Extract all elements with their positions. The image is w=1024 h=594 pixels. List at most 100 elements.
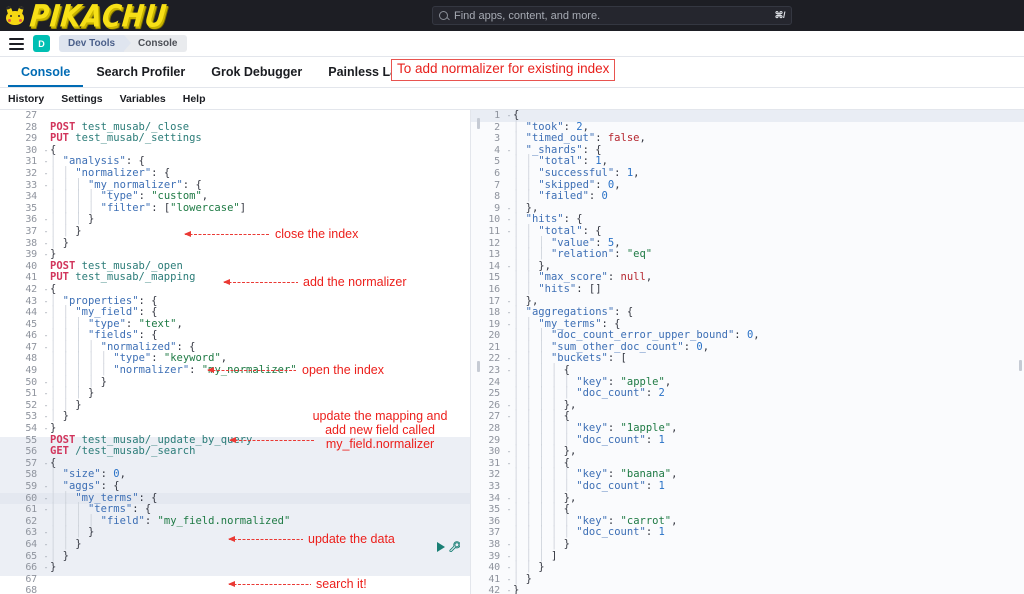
run-request-play-icon[interactable] [437,541,445,552]
fold-toggle-icon[interactable]: - [42,330,50,342]
fold-toggle-icon[interactable]: - [505,446,513,458]
submenu-item-help[interactable]: Help [183,93,206,105]
tab-console[interactable]: Console [8,57,83,87]
line-number: 3 [494,133,500,145]
line-number: 54 [25,423,37,435]
code-line[interactable]: 38- │ } [0,237,470,250]
code-line[interactable]: 13 │ │ │ "relation": "eq" [471,248,1024,261]
line-number: 11 [488,225,500,237]
breadcrumb-item-dev-tools[interactable]: Dev Tools [59,35,132,52]
line-number: 8 [494,191,500,203]
fold-toggle-icon[interactable]: - [505,353,513,365]
fold-toggle-icon[interactable]: - [42,481,50,493]
request-code-surface[interactable]: 27 28 POST test_musab/_close 29 PUT test_mus… [0,110,470,594]
fold-toggle-icon[interactable]: - [505,458,513,470]
submenu-item-history[interactable]: History [8,93,44,105]
fold-toggle-icon[interactable]: - [505,585,513,594]
code-line[interactable]: 64- │ │ } [0,538,470,551]
code-line[interactable]: 40- │ │ } [471,561,1024,574]
fold-toggle-icon[interactable]: - [42,296,50,308]
code-line[interactable]: 59- │ "aggs": { [0,480,470,493]
fold-toggle-icon[interactable]: - [505,319,513,331]
fold-toggle-icon[interactable]: - [505,504,513,516]
fold-toggle-icon[interactable]: - [505,214,513,226]
code-line[interactable]: 8 │ │ "failed": 0 [471,190,1024,203]
fold-toggle-icon[interactable]: - [505,493,513,505]
fold-toggle-icon[interactable]: - [42,249,50,261]
pane-resize-handle-top[interactable] [477,118,480,129]
code-line[interactable]: 44- │ │ "my_field": { [0,306,470,319]
fold-toggle-icon[interactable]: - [42,168,50,180]
fold-toggle-icon[interactable]: - [505,261,513,273]
line-number: 31 [25,156,37,168]
brand-area[interactable]: PIKACHU [0,0,169,34]
response-code-surface[interactable]: 1-{2 │ "took": 2, 3 │ "timed_out": false, 4-… [471,110,1024,594]
fold-toggle-icon[interactable]: - [42,156,50,168]
fold-toggle-icon[interactable]: - [505,574,513,586]
code-text: │ │ │ ] [513,549,558,562]
code-line[interactable]: 29 PUT test_musab/_settings [0,132,470,145]
fold-toggle-icon[interactable]: - [42,527,50,539]
fold-toggle-icon[interactable]: - [42,238,50,250]
fold-toggle-icon[interactable]: - [505,539,513,551]
fold-toggle-icon[interactable]: - [42,226,50,238]
code-line[interactable]: 41- │ } [471,573,1024,586]
code-line[interactable]: 68 [0,585,470,594]
fold-toggle-icon[interactable]: - [42,539,50,551]
fold-toggle-icon[interactable]: - [505,203,513,215]
search-icon [439,11,448,20]
pane-resize-handle-bottom[interactable] [477,361,480,372]
code-line[interactable]: 65- │ } [0,550,470,563]
submenu-item-variables[interactable]: Variables [120,93,166,105]
fold-toggle-icon[interactable]: - [42,551,50,563]
code-line[interactable]: 42-} [471,585,1024,594]
code-line[interactable]: 39- │ │ │ ] [471,549,1024,563]
fold-toggle-icon[interactable]: - [42,493,50,505]
response-viewer-pane[interactable]: 1-{2 │ "took": 2, 3 │ "timed_out": false, 4-… [470,110,1024,594]
fold-toggle-icon[interactable]: - [42,145,50,157]
fold-toggle-icon[interactable]: - [505,551,513,563]
fold-toggle-icon[interactable]: - [505,307,513,319]
fold-toggle-icon[interactable]: - [505,562,513,574]
fold-toggle-icon[interactable]: - [42,562,50,574]
code-line[interactable]: 16 │ │ "hits": [] [471,283,1024,296]
fold-toggle-icon[interactable]: - [505,226,513,238]
fold-toggle-icon[interactable]: - [42,388,50,400]
tab-search-profiler[interactable]: Search Profiler [83,57,198,87]
fold-toggle-icon[interactable]: - [505,400,513,412]
submenu-item-settings[interactable]: Settings [61,93,102,105]
pikachu-face-icon [4,4,26,27]
fold-toggle-icon[interactable]: - [42,411,50,423]
fold-toggle-icon[interactable]: - [505,145,513,157]
line-number: 39 [488,550,500,562]
fold-toggle-icon[interactable]: - [42,458,50,470]
code-line[interactable]: 32- │ │ "normalizer": { [0,167,470,180]
fold-toggle-icon[interactable]: - [42,400,50,412]
breadcrumb-item-console[interactable]: Console [124,35,187,52]
fold-toggle-icon[interactable]: - [42,423,50,435]
fold-toggle-icon[interactable]: - [42,504,50,516]
fold-toggle-icon[interactable]: - [42,180,50,192]
hamburger-menu-icon[interactable] [9,37,24,50]
line-number: 24 [488,376,500,388]
tab-grok-debugger[interactable]: Grok Debugger [198,57,315,87]
code-line[interactable]: 66-} [0,562,470,574]
request-editor-pane[interactable]: 27 28 POST test_musab/_close 29 PUT test_mus… [0,110,470,594]
fold-toggle-icon[interactable]: - [42,377,50,389]
code-line[interactable]: 38- │ │ │ │ } [471,538,1024,551]
fold-toggle-icon[interactable]: - [505,411,513,423]
fold-toggle-icon[interactable]: - [42,307,50,319]
global-search-input[interactable]: Find apps, content, and more. ⌘/ [432,6,792,25]
fold-toggle-icon[interactable]: - [505,110,513,122]
fold-toggle-icon[interactable]: - [505,296,513,308]
request-options-wrench-icon[interactable] [449,541,461,553]
fold-toggle-icon[interactable]: - [42,214,50,226]
line-number: 65 [25,550,37,562]
fold-toggle-icon[interactable]: - [42,342,50,354]
fold-toggle-icon[interactable]: - [42,284,50,296]
code-line[interactable]: 37- │ │ } [0,225,470,238]
space-badge[interactable]: D [33,35,50,52]
response-scroll-handle[interactable] [1019,360,1022,371]
fold-toggle-icon[interactable]: - [505,365,513,377]
code-text: │ │ │ │ "filter": ["lowercase"] [50,201,247,214]
